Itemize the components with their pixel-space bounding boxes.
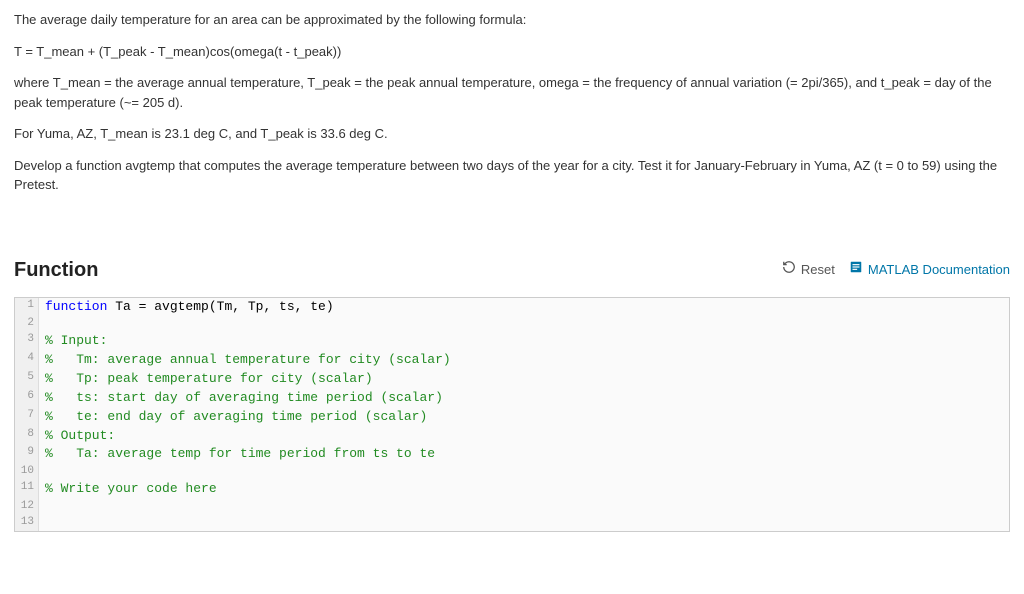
code-line-8: 8 % Output: xyxy=(15,427,1009,446)
doc-icon xyxy=(849,260,863,280)
function-section-header: Function Reset MATLAB Documentation xyxy=(14,255,1010,285)
doc-label: MATLAB Documentation xyxy=(868,260,1010,280)
header-actions: Reset MATLAB Documentation xyxy=(782,260,1010,280)
code-line-2: 2 xyxy=(15,316,1009,332)
code-line-9: 9 % Ta: average temp for time period fro… xyxy=(15,445,1009,464)
problem-p1: The average daily temperature for an are… xyxy=(14,10,1010,30)
code-line-6: 6 % ts: start day of averaging time peri… xyxy=(15,389,1009,408)
code-line-5: 5 % Tp: peak temperature for city (scala… xyxy=(15,370,1009,389)
problem-p2: T = T_mean + (T_peak - T_mean)cos(omega(… xyxy=(14,42,1010,62)
reset-button[interactable]: Reset xyxy=(782,260,835,280)
reset-icon xyxy=(782,260,796,280)
code-line-13: 13 xyxy=(15,515,1009,531)
code-line-7: 7 % te: end day of averaging time period… xyxy=(15,408,1009,427)
matlab-doc-link[interactable]: MATLAB Documentation xyxy=(849,260,1010,280)
code-line-10: 10 xyxy=(15,464,1009,480)
problem-p3: where T_mean = the average annual temper… xyxy=(14,73,1010,112)
code-line-3: 3 % Input: xyxy=(15,332,1009,351)
problem-p4: For Yuma, AZ, T_mean is 23.1 deg C, and … xyxy=(14,124,1010,144)
problem-statement: The average daily temperature for an are… xyxy=(14,10,1010,195)
code-line-12: 12 xyxy=(15,499,1009,515)
code-line-1: 1 function Ta = avgtemp(Tm, Tp, ts, te) xyxy=(15,298,1009,317)
problem-p5: Develop a function avgtemp that computes… xyxy=(14,156,1010,195)
code-line-11: 11 % Write your code here xyxy=(15,480,1009,499)
code-line-4: 4 % Tm: average annual temperature for c… xyxy=(15,351,1009,370)
reset-label: Reset xyxy=(801,260,835,280)
code-editor[interactable]: 1 function Ta = avgtemp(Tm, Tp, ts, te) … xyxy=(14,297,1010,532)
section-title: Function xyxy=(14,255,98,285)
